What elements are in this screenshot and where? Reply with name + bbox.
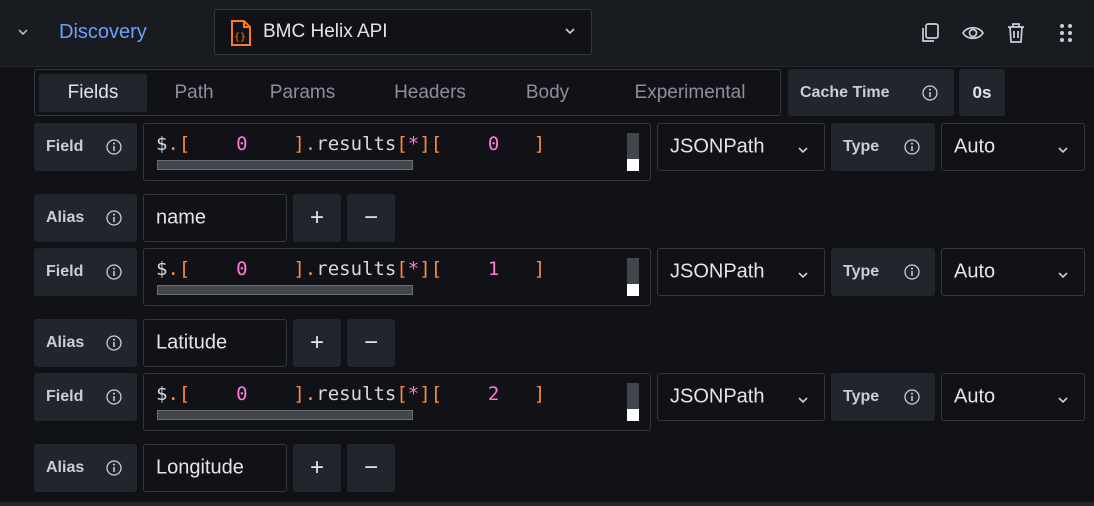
info-icon[interactable] (106, 139, 122, 155)
field-label: Field (34, 248, 137, 296)
tab-body[interactable]: Body (500, 74, 595, 112)
chevron-down-icon (796, 140, 810, 154)
parser-mode-select[interactable]: JSONPath (657, 248, 825, 296)
jsonpath-code[interactable]: $.[ 0 ].results[*][ 0 ] (156, 133, 545, 155)
drag-handle-icon[interactable] (1055, 22, 1077, 44)
datasource-name: BMC Helix API (263, 21, 388, 42)
cache-time-value[interactable]: 0s (959, 69, 1005, 116)
vertical-scrollbar[interactable] (627, 133, 639, 171)
chevron-down-icon (796, 265, 810, 279)
type-label: Type (831, 248, 935, 296)
jsonpath-editor[interactable]: $.[ 0 ].results[*][ 1 ] (143, 248, 651, 306)
jsonpath-editor[interactable]: $.[ 0 ].results[*][ 0 ] (143, 123, 651, 181)
add-field-button[interactable]: + (293, 194, 341, 242)
trash-icon[interactable] (1005, 22, 1027, 44)
alias-input[interactable]: name (143, 194, 287, 242)
tab-headers[interactable]: Headers (370, 74, 490, 112)
info-icon[interactable] (106, 335, 122, 351)
info-icon[interactable] (904, 389, 920, 405)
vertical-scrollbar[interactable] (627, 258, 639, 296)
json-braces-icon: {} (229, 19, 253, 47)
horizontal-scrollbar[interactable] (157, 410, 413, 420)
type-label: Type (831, 373, 935, 421)
tab-params[interactable]: Params (245, 74, 360, 112)
chevron-down-icon (1056, 265, 1070, 279)
info-icon[interactable] (106, 210, 122, 226)
type-label: Type (831, 123, 935, 171)
tab-path[interactable]: Path (150, 74, 238, 112)
tab-experimental[interactable]: Experimental (610, 74, 770, 112)
info-icon[interactable] (904, 139, 920, 155)
info-icon[interactable] (106, 264, 122, 280)
info-icon[interactable] (106, 389, 122, 405)
info-icon[interactable] (904, 264, 920, 280)
alias-label: Alias (34, 194, 137, 242)
query-name[interactable]: Discovery (59, 21, 147, 44)
alias-input[interactable]: Latitude (143, 319, 287, 367)
copy-icon[interactable] (920, 22, 942, 44)
scrollbar-corner (627, 284, 639, 296)
field-label: Field (34, 123, 137, 171)
alias-label: Alias (34, 319, 137, 367)
tab-fields[interactable]: Fields (39, 74, 147, 112)
type-select[interactable]: Auto (941, 248, 1085, 296)
alias-label: Alias (34, 444, 137, 492)
type-select[interactable]: Auto (941, 123, 1085, 171)
horizontal-scrollbar[interactable] (157, 160, 413, 170)
chevron-down-icon (796, 390, 810, 404)
jsonpath-code[interactable]: $.[ 0 ].results[*][ 2 ] (156, 383, 545, 405)
remove-field-button[interactable]: − (347, 444, 395, 492)
remove-field-button[interactable]: − (347, 319, 395, 367)
tab-bar: Fields Path Params Headers Body Experime… (34, 69, 781, 116)
alias-input[interactable]: Longitude (143, 444, 287, 492)
scrollbar-corner (627, 409, 639, 421)
vertical-scrollbar[interactable] (627, 383, 639, 421)
scrollbar-corner (627, 159, 639, 171)
field-label: Field (34, 373, 137, 421)
chevron-down-icon (1056, 390, 1070, 404)
svg-text:{}: {} (234, 32, 246, 43)
query-header: Discovery {} BMC Helix API (0, 0, 1094, 67)
chevron-down-icon (563, 24, 577, 38)
eye-icon[interactable] (962, 22, 984, 44)
horizontal-scrollbar[interactable] (157, 285, 413, 295)
cache-time-label: Cache Time (788, 69, 954, 116)
jsonpath-editor[interactable]: $.[ 0 ].results[*][ 2 ] (143, 373, 651, 431)
info-icon[interactable] (106, 460, 122, 476)
remove-field-button[interactable]: − (347, 194, 395, 242)
parser-mode-select[interactable]: JSONPath (657, 373, 825, 421)
jsonpath-code[interactable]: $.[ 0 ].results[*][ 1 ] (156, 258, 545, 280)
add-field-button[interactable]: + (293, 444, 341, 492)
info-icon[interactable] (922, 84, 938, 101)
chevron-down-icon[interactable] (14, 22, 32, 42)
parser-mode-select[interactable]: JSONPath (657, 123, 825, 171)
add-field-button[interactable]: + (293, 319, 341, 367)
divider (0, 502, 1094, 506)
chevron-down-icon (1056, 140, 1070, 154)
datasource-picker[interactable]: {} BMC Helix API (214, 9, 592, 55)
type-select[interactable]: Auto (941, 373, 1085, 421)
